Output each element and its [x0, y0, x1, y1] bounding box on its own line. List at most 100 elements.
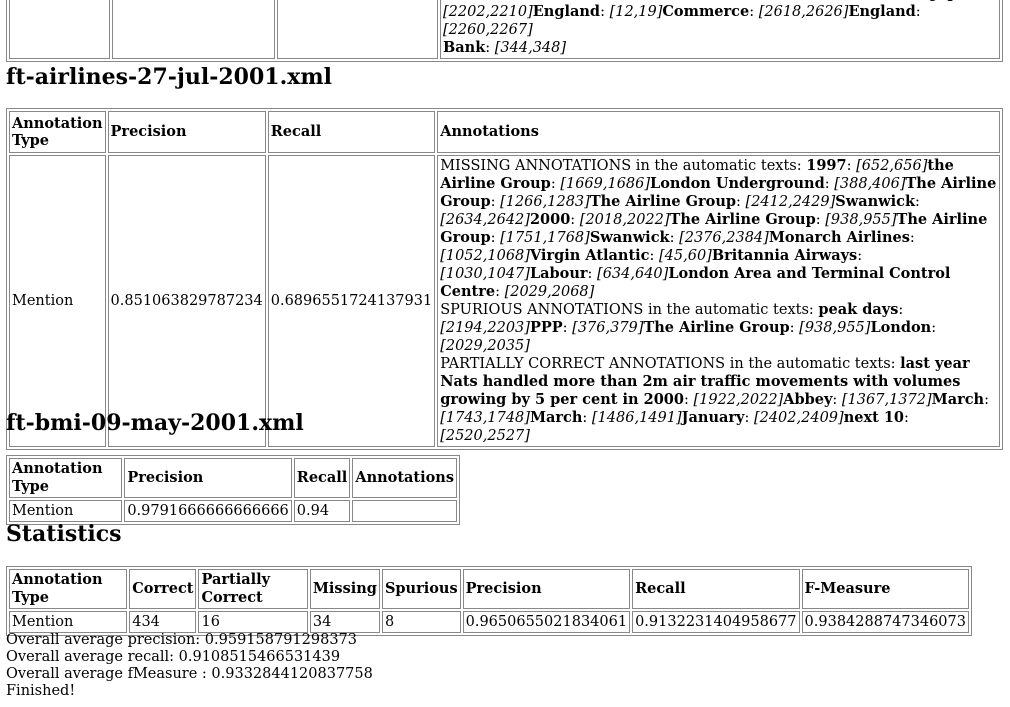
statistics-table: Annotation Type Correct Partially Correc… [6, 566, 972, 636]
annotations-cell [352, 500, 457, 522]
annotation-offset: [344,348] [494, 40, 567, 56]
annotation-offset: [2029,2035] [440, 338, 530, 354]
annotation-text: : [904, 410, 909, 426]
annotation-offset: [2194,2203] [440, 320, 530, 336]
annotation-entity: March [931, 391, 985, 408]
recall-cell: 0.9132231404958677 [632, 611, 800, 633]
annotations-cell: PARTIALLY CORRECT ANNOTATIONS in the aut… [440, 0, 1000, 59]
annotation-offset: [938,955] [799, 320, 871, 336]
annotation-entity: Britannia Airways [711, 247, 858, 264]
annotation-entity: Commerce [662, 3, 750, 20]
table-row: Mention 434 16 34 8 0.9650655021834061 0… [9, 611, 969, 633]
overall-precision: Overall average precision: 0.95915879129… [6, 632, 357, 648]
table-header-row: Annotation Type Precision Recall Annotat… [9, 111, 1000, 153]
annotation-offset: [1030,1047] [440, 266, 530, 282]
precision-cell: 0.851063829787234 [107, 155, 266, 447]
annotation-text: : [490, 230, 501, 246]
annotation-entity: London [870, 319, 932, 336]
column-header: Spurious [381, 569, 461, 609]
annotation-text: : [984, 392, 989, 408]
annotation-offset: [1486,1491] [591, 410, 682, 426]
annotation-entity: US Japan [903, 0, 978, 2]
recall-cell: 0.6896551724137931 [267, 155, 436, 447]
table-cell [112, 0, 275, 59]
annotation-text: : [736, 194, 746, 210]
statistics-title: Statistics [6, 521, 122, 547]
annotation-entity: The Airline Group [589, 193, 737, 210]
column-header: Annotations [352, 458, 457, 498]
column-header: Recall [267, 111, 436, 153]
annotation-offset: [1743,1748] [440, 410, 530, 426]
table-header-row: Annotation Type Correct Partially Correc… [9, 569, 969, 609]
annotation-text: : [915, 194, 920, 210]
column-header: Annotation Type [9, 569, 128, 609]
annotation-type-cell: Mention [9, 155, 106, 447]
annotation-offset: [1922,2022] [693, 392, 784, 408]
annotation-entity: March [529, 409, 583, 426]
annotation-entity: PPP [529, 319, 563, 336]
missing-cell: 34 [309, 611, 380, 633]
summary: Overall average precision: 0.95915879129… [6, 632, 373, 700]
annotation-text: : [749, 4, 759, 20]
annotation-offset: [2520,2527] [440, 428, 530, 444]
annotation-text: : [789, 320, 800, 336]
annotation-entity: 2000 [529, 211, 571, 228]
annotation-entity: Swanwick [589, 229, 670, 246]
annotation-offset: [2202,2210] [443, 4, 533, 20]
annotation-text: PARTIALLY CORRECT ANNOTATIONS in the aut… [440, 356, 901, 372]
annotation-type-cell: Mention [9, 611, 128, 633]
column-header: Precision [107, 111, 266, 153]
annotation-entity: Bank [443, 39, 486, 56]
annotation-offset: [376,379] [572, 320, 644, 336]
annotation-offset: [2412,2429] [745, 194, 836, 210]
table-cell [9, 0, 110, 59]
annotation-entity: peak days [818, 301, 899, 318]
column-header: Annotation Type [9, 458, 123, 498]
column-header: F-Measure [801, 569, 969, 609]
recall-cell: 0.94 [293, 500, 351, 522]
table-row: Mention 0.9791666666666666 0.94 [9, 500, 457, 522]
annotation-offset: [12,19] [609, 4, 663, 20]
column-header: Recall [632, 569, 800, 609]
annotation-offset: [2634,2642] [440, 212, 530, 228]
annotation-text: : [857, 248, 863, 264]
annotation-text: MISSING ANNOTATIONS in the automatic tex… [440, 158, 807, 174]
table-cell [277, 0, 438, 59]
annotation-entity: 1997 [806, 157, 847, 174]
annotation-text: : [815, 212, 826, 228]
column-header: Precision [124, 458, 292, 498]
annotation-offset: [1367,1372] [841, 392, 932, 408]
annotation-offset: [1052,1068] [440, 248, 530, 264]
annotation-entity: next 10 [843, 409, 905, 426]
annotation-offset: [634,640] [597, 266, 669, 282]
column-header: Correct [129, 569, 197, 609]
finished-message: Finished! [6, 683, 76, 699]
f-measure-cell: 0.9384288747346073 [801, 611, 969, 633]
overall-recall: Overall average recall: 0.91085154665314… [6, 649, 341, 665]
bmi-results-table: Annotation Type Precision Recall Annotat… [6, 455, 460, 525]
annotation-entity: England [848, 3, 916, 20]
annotation-offset: [2376,2384] [679, 230, 769, 246]
annotation-text: : [931, 320, 937, 336]
annotation-offset: [2260,2267] [443, 22, 533, 38]
annotation-text: : [550, 176, 561, 192]
overall-fmeasure: Overall average fMeasure : 0.93328441208… [6, 666, 373, 682]
annotation-text: : [669, 230, 680, 246]
annotation-text: : [582, 410, 592, 426]
annotation-type-cell: Mention [9, 500, 123, 522]
correct-cell: 434 [129, 611, 197, 633]
annotation-text: : [649, 248, 659, 264]
annotation-text: : [824, 176, 835, 192]
annotation-entity: England [532, 3, 601, 20]
annotation-line: Bank: [344,348] [443, 39, 997, 57]
annotation-text: : [485, 40, 495, 56]
annotation-text: : [562, 320, 573, 336]
precision-cell: 0.9650655021834061 [462, 611, 631, 633]
annotation-text: : [490, 194, 501, 210]
annotation-text: : [846, 158, 857, 174]
annotation-offset: [2018,2022] [579, 212, 670, 228]
annotation-entity: The Airline Group [643, 319, 790, 336]
section-title: ft-airlines-27-jul-2001.xml [6, 64, 333, 90]
annotation-offset: [388,406] [834, 176, 906, 192]
column-header: Annotations [437, 111, 1000, 153]
